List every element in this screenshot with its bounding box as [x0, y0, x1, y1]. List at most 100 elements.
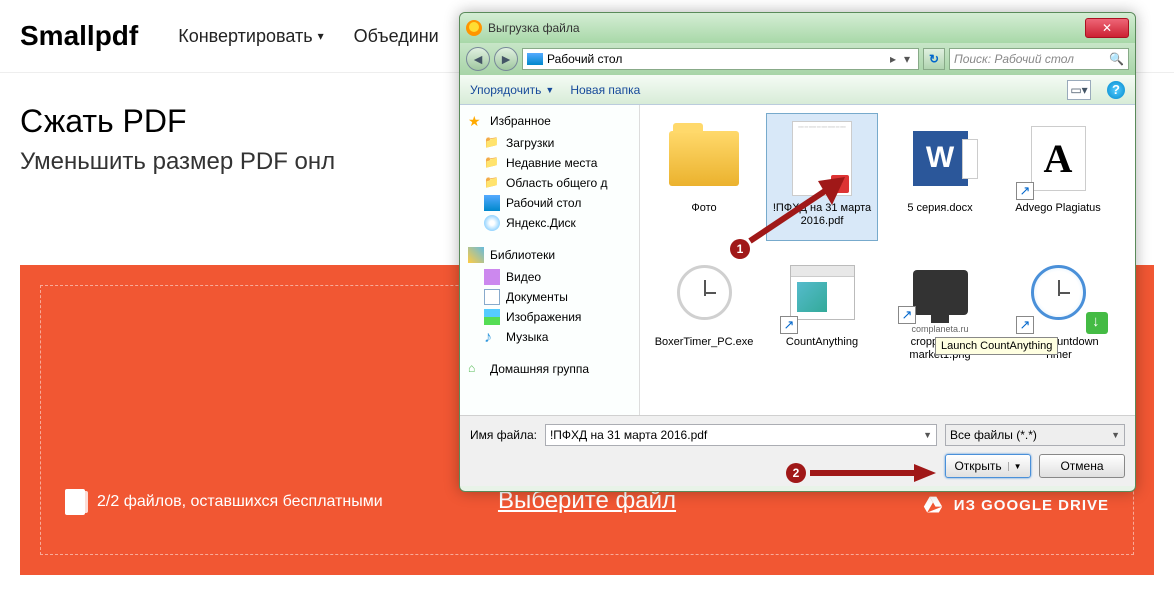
file-upload-dialog: Выгрузка файла ✕ ◄ ► Рабочий стол ▸ ▾ ↻ … [459, 12, 1136, 492]
file-name: 5 серия.docx [907, 202, 972, 215]
sidebar-item-label: Недавние места [506, 156, 597, 170]
download-arrow-icon [1086, 312, 1108, 334]
google-drive-icon [922, 495, 944, 515]
sidebar-item-downloads[interactable]: 📁 Загрузки [460, 133, 639, 153]
annotation-marker-1: 1 [730, 239, 750, 259]
chevron-down-icon: ▾ [318, 29, 324, 43]
desktop-icon [484, 195, 500, 211]
file-item-image[interactable]: complaneta.ru↗ cropped-pc-market1.png [884, 247, 996, 375]
libraries-label: Библиотеки [490, 248, 555, 262]
title-bar[interactable]: Выгрузка файла ✕ [460, 13, 1135, 43]
sidebar-item-label: Изображения [506, 310, 581, 324]
file-name: Фото [691, 202, 716, 215]
homegroup-label: Домашняя группа [490, 362, 589, 376]
search-input[interactable]: Поиск: Рабочий стол 🔍 [949, 48, 1129, 70]
breadcrumb-arrow-icon[interactable]: ▸ [890, 52, 896, 66]
free-files-label: 2/2 файлов, оставшихся бесплатными [97, 493, 383, 511]
computer-icon [913, 270, 968, 315]
google-drive-label: ИЗ GOOGLE DRIVE [954, 497, 1109, 514]
logo[interactable]: Smallpdf [20, 20, 138, 52]
favorites-label: Избранное [490, 114, 551, 128]
file-item-app[interactable]: A↗ Advego Plagiatus [1002, 113, 1114, 241]
word-icon: W [913, 131, 968, 186]
help-button[interactable]: ? [1107, 81, 1125, 99]
dialog-title: Выгрузка файла [488, 21, 1085, 35]
sidebar-item-images[interactable]: Изображения [460, 307, 639, 327]
sidebar-item-desktop[interactable]: Рабочий стол [460, 193, 639, 213]
tooltip: Launch CountAnything [935, 337, 1058, 355]
cancel-button[interactable]: Отмена [1039, 454, 1125, 478]
firefox-icon [466, 20, 482, 36]
close-button[interactable]: ✕ [1085, 18, 1129, 38]
annotation-marker-2: 2 [786, 463, 806, 483]
file-name: Advego Plagiatus [1015, 202, 1101, 215]
organize-label: Упорядочить [470, 83, 541, 97]
file-item-exe[interactable]: BoxerTimer_PC.exe [648, 247, 760, 375]
sidebar-item-label: Рабочий стол [506, 196, 581, 210]
shortcut-icon: ↗ [1016, 182, 1034, 200]
shortcut-icon: ↗ [780, 316, 798, 334]
sidebar-item-label: Загрузки [506, 136, 554, 150]
sidebar-favorites[interactable]: ★ Избранное [460, 109, 639, 133]
dropdown-icon[interactable]: ▼ [1111, 430, 1120, 440]
address-dropdown-icon[interactable]: ▾ [900, 52, 914, 66]
image-caption: complaneta.ru [900, 324, 980, 334]
sidebar-item-recent[interactable]: 📁 Недавние места [460, 153, 639, 173]
view-options-button[interactable]: ▭▾ [1067, 80, 1091, 100]
sidebar-item-label: Область общего д [506, 176, 608, 190]
filename-input[interactable]: !ПФХД на 31 марта 2016.pdf ▼ [545, 424, 937, 446]
sidebar-item-music[interactable]: ♪Музыка [460, 327, 639, 347]
file-item-app[interactable]: ↗ Free Countdown Timer [1002, 247, 1114, 375]
nav-convert-label: Конвертировать [178, 26, 312, 47]
nav-merge[interactable]: Объедини [354, 26, 439, 47]
organize-menu[interactable]: Упорядочить ▼ [470, 83, 554, 97]
dropdown-icon[interactable]: ▼ [923, 430, 932, 440]
disk-icon [484, 215, 500, 231]
back-button[interactable]: ◄ [466, 47, 490, 71]
sidebar-item-label: Документы [506, 290, 568, 304]
sidebar-item-documents[interactable]: Документы [460, 287, 639, 307]
address-bar[interactable]: Рабочий стол ▸ ▾ [522, 48, 919, 70]
folder-icon [669, 131, 739, 186]
sidebar-item-video[interactable]: Видео [460, 267, 639, 287]
folder-icon: 📁 [484, 155, 500, 171]
file-type-filter[interactable]: Все файлы (*.*) ▼ [945, 424, 1125, 446]
sidebar-item-label: Яндекс.Диск [506, 216, 576, 230]
sidebar-item-shared[interactable]: 📁 Область общего д [460, 173, 639, 193]
chevron-down-icon: ▼ [545, 85, 554, 95]
nav-convert[interactable]: Конвертировать ▾ [178, 26, 323, 47]
music-icon: ♪ [484, 329, 500, 345]
shortcut-icon: ↗ [898, 306, 916, 324]
filter-label: Все файлы (*.*) [950, 428, 1037, 442]
breadcrumb[interactable]: Рабочий стол [547, 52, 886, 66]
annotation-arrow-1 [740, 173, 850, 253]
desktop-icon [527, 53, 543, 65]
file-item-word[interactable]: W 5 серия.docx [884, 113, 996, 241]
sidebar-libraries[interactable]: Библиотеки [460, 243, 639, 267]
free-files-counter: 2/2 файлов, оставшихся бесплатными [65, 489, 383, 515]
folder-icon: 📁 [484, 135, 500, 151]
homegroup-icon: ⌂ [468, 361, 484, 377]
open-label: Открыть [954, 459, 1001, 473]
new-folder-button[interactable]: Новая папка [570, 83, 640, 97]
document-icon [484, 289, 500, 305]
google-drive-button[interactable]: ИЗ GOOGLE DRIVE [922, 495, 1109, 515]
sidebar-item-yandex[interactable]: Яндекс.Диск [460, 213, 639, 233]
dialog-body: ★ Избранное 📁 Загрузки 📁 Недавние места 📁 О… [460, 105, 1135, 415]
file-item-app[interactable]: ↗ CountAnything [766, 247, 878, 375]
search-icon: 🔍 [1109, 52, 1124, 66]
refresh-button[interactable]: ↻ [923, 48, 945, 70]
open-button[interactable]: Открыть ▼ [945, 454, 1031, 478]
folder-icon: 📁 [484, 175, 500, 191]
forward-button[interactable]: ► [494, 47, 518, 71]
file-name: BoxerTimer_PC.exe [655, 336, 754, 349]
file-list[interactable]: Фото ━━━ ━━ ━━━━ ━━ ━━━ ━━━━ ━━ ━━━ !ПФХ… [640, 105, 1135, 415]
annotation-arrow-2 [806, 462, 936, 484]
toolbar: Упорядочить ▼ Новая папка ▭▾ ? [460, 75, 1135, 105]
clock-icon [1031, 265, 1086, 320]
split-dropdown-icon[interactable]: ▼ [1008, 462, 1022, 471]
sidebar-homegroup[interactable]: ⌂ Домашняя группа [460, 357, 639, 381]
search-placeholder: Поиск: Рабочий стол [954, 52, 1109, 66]
sidebar: ★ Избранное 📁 Загрузки 📁 Недавние места 📁 О… [460, 105, 640, 415]
window-icon [790, 265, 855, 320]
